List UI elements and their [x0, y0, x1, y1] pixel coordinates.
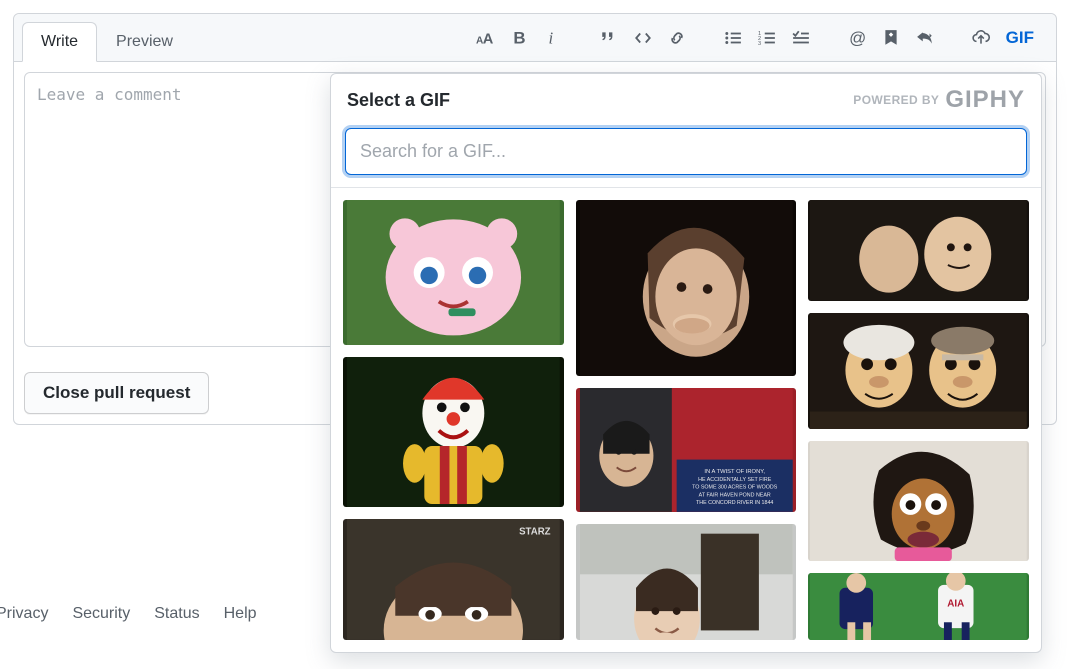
svg-text:IN A TWIST OF IRONY,: IN A TWIST OF IRONY, — [704, 469, 765, 475]
gif-search-wrap — [331, 123, 1041, 188]
svg-text:STARZ: STARZ — [519, 527, 551, 538]
gif-thumbnail[interactable] — [808, 441, 1029, 561]
gif-thumbnail[interactable]: AIA — [808, 573, 1029, 640]
site-footer: Privacy Security Status Help — [0, 605, 257, 623]
svg-text:@: @ — [849, 29, 866, 47]
footer-status[interactable]: Status — [154, 605, 199, 623]
footer-security[interactable]: Security — [72, 605, 130, 623]
heading-icon[interactable]: AA — [472, 25, 498, 51]
tab-write[interactable]: Write — [22, 22, 97, 62]
gif-thumbnail[interactable] — [808, 313, 1029, 429]
gif-picker-popover: Select a GIF POWERED BY GIPHY STARZ IN A — [330, 73, 1042, 653]
powered-by-label: POWERED BY — [853, 93, 939, 107]
bold-icon[interactable]: B — [506, 25, 532, 51]
numbered-list-icon[interactable]: 123 — [754, 25, 780, 51]
quote-icon[interactable] — [596, 25, 622, 51]
formatting-toolbar: AA B i 123 @ — [472, 25, 1048, 59]
gif-button[interactable]: GIF — [1002, 28, 1038, 48]
link-icon[interactable] — [664, 25, 690, 51]
giphy-logo: GIPHY — [945, 86, 1025, 114]
code-icon[interactable] — [630, 25, 656, 51]
giphy-attribution: POWERED BY GIPHY — [853, 86, 1025, 114]
task-list-icon[interactable] — [788, 25, 814, 51]
footer-help[interactable]: Help — [224, 605, 257, 623]
gif-picker-header: Select a GIF POWERED BY GIPHY — [331, 74, 1041, 123]
gif-grid: STARZ IN A TWIST OF IRONY, HE ACCIDENTALL… — [331, 188, 1041, 652]
tab-preview[interactable]: Preview — [97, 22, 192, 62]
svg-text:AIA: AIA — [948, 598, 965, 609]
footer-privacy[interactable]: Privacy — [0, 605, 48, 623]
composer-tabnav: Write Preview AA B i 123 @ — [14, 14, 1056, 62]
gif-thumbnail[interactable] — [343, 357, 564, 507]
mention-icon[interactable]: @ — [844, 25, 870, 51]
svg-text:TO SOME 300 ACRES OF WOODS: TO SOME 300 ACRES OF WOODS — [692, 485, 778, 491]
gif-thumbnail[interactable] — [808, 200, 1029, 301]
svg-text:THE CONCORD RIVER IN 1844: THE CONCORD RIVER IN 1844 — [696, 500, 773, 506]
gif-thumbnail[interactable]: IN A TWIST OF IRONY, HE ACCIDENTALLY SET … — [576, 388, 797, 512]
gif-thumbnail[interactable]: STARZ — [343, 519, 564, 640]
gif-thumbnail[interactable] — [576, 524, 797, 640]
svg-text:HE ACCIDENTALLY SET FIRE: HE ACCIDENTALLY SET FIRE — [698, 477, 772, 483]
bullet-list-icon[interactable] — [720, 25, 746, 51]
reference-icon[interactable] — [878, 25, 904, 51]
svg-text:i: i — [548, 29, 553, 47]
reply-icon[interactable] — [912, 25, 938, 51]
gif-search-input[interactable] — [345, 128, 1027, 175]
gif-thumbnail[interactable] — [343, 200, 564, 345]
upload-icon[interactable] — [968, 25, 994, 51]
tabs: Write Preview — [22, 22, 192, 61]
gif-picker-title: Select a GIF — [347, 90, 450, 111]
svg-text:3: 3 — [758, 40, 761, 46]
gif-thumbnail[interactable] — [576, 200, 797, 376]
italic-icon[interactable]: i — [540, 25, 566, 51]
svg-text:A: A — [482, 31, 493, 46]
svg-text:B: B — [513, 29, 525, 47]
svg-text:AT FAIR HAVEN POND NEAR: AT FAIR HAVEN POND NEAR — [698, 492, 770, 498]
close-pull-request-button[interactable]: Close pull request — [24, 372, 209, 414]
